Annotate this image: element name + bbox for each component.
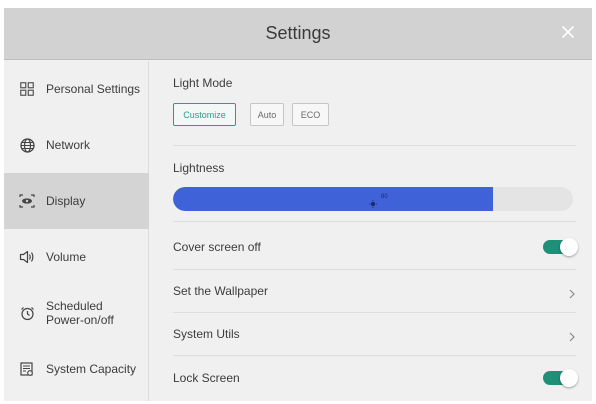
sidebar-item-network[interactable]: Network <box>4 117 149 173</box>
chevron-right-icon <box>568 329 576 342</box>
sidebar-item-scheduled-power[interactable]: Scheduled Power-on/off <box>4 285 149 341</box>
row-label: Lock Screen <box>173 371 240 385</box>
lightness-value: 80 <box>381 194 388 200</box>
sidebar-item-label: Personal Settings <box>46 82 141 96</box>
display-icon <box>19 193 35 209</box>
light-mode-auto-button[interactable]: Auto <box>250 103 284 126</box>
light-mode-title: Light Mode <box>173 76 233 90</box>
sidebar-item-label: Scheduled Power-on/off <box>46 299 114 327</box>
settings-sidebar: Personal Settings Network Display Volume… <box>4 61 149 401</box>
lightness-slider-fill: 80 <box>173 187 493 211</box>
system-utils-row[interactable]: System Utils <box>173 313 576 355</box>
toggle-knob <box>560 369 578 387</box>
lightness-slider[interactable]: 80 <box>173 187 573 211</box>
alarm-clock-icon <box>19 305 35 321</box>
row-label: Set the Wallpaper <box>173 284 268 298</box>
sidebar-item-system-capacity[interactable]: System Capacity <box>4 341 149 397</box>
sidebar-item-label: Display <box>46 194 86 208</box>
sidebar-item-volume[interactable]: Volume <box>4 229 149 285</box>
close-icon[interactable] <box>560 24 576 40</box>
settings-header: Settings <box>4 8 592 60</box>
cover-screen-off-row[interactable]: Cover screen off <box>173 226 578 268</box>
sidebar-item-display[interactable]: Display <box>4 173 149 229</box>
row-label: Cover screen off <box>173 240 261 254</box>
sidebar-item-label: Network <box>46 138 91 152</box>
light-mode-eco-button[interactable]: ECO <box>292 103 329 126</box>
cover-screen-off-toggle[interactable] <box>543 238 578 256</box>
window-title: Settings <box>265 23 331 43</box>
speaker-icon <box>19 249 35 265</box>
set-wallpaper-row[interactable]: Set the Wallpaper <box>173 270 576 312</box>
lock-screen-toggle[interactable] <box>543 369 578 387</box>
storage-icon <box>19 361 35 377</box>
brightness-icon <box>369 195 377 208</box>
lightness-title: Lightness <box>173 161 225 175</box>
display-settings-panel: Light Mode Customize Auto ECO Lightness … <box>150 61 592 401</box>
divider <box>173 221 576 222</box>
lock-screen-row[interactable]: Lock Screen <box>173 357 578 399</box>
chevron-right-icon <box>568 286 576 299</box>
sidebar-item-label: System Capacity <box>46 362 137 376</box>
row-label: System Utils <box>173 327 240 341</box>
settings-window: Settings Personal Settings Network Displ… <box>4 8 592 401</box>
toggle-knob <box>560 238 578 256</box>
light-mode-customize-button[interactable]: Customize <box>173 103 236 126</box>
sidebar-item-label: Volume <box>46 250 87 264</box>
sidebar-item-personal-settings[interactable]: Personal Settings <box>4 61 149 117</box>
divider <box>173 145 576 146</box>
grid-icon <box>19 81 35 97</box>
globe-icon <box>19 137 35 153</box>
divider <box>173 355 576 356</box>
